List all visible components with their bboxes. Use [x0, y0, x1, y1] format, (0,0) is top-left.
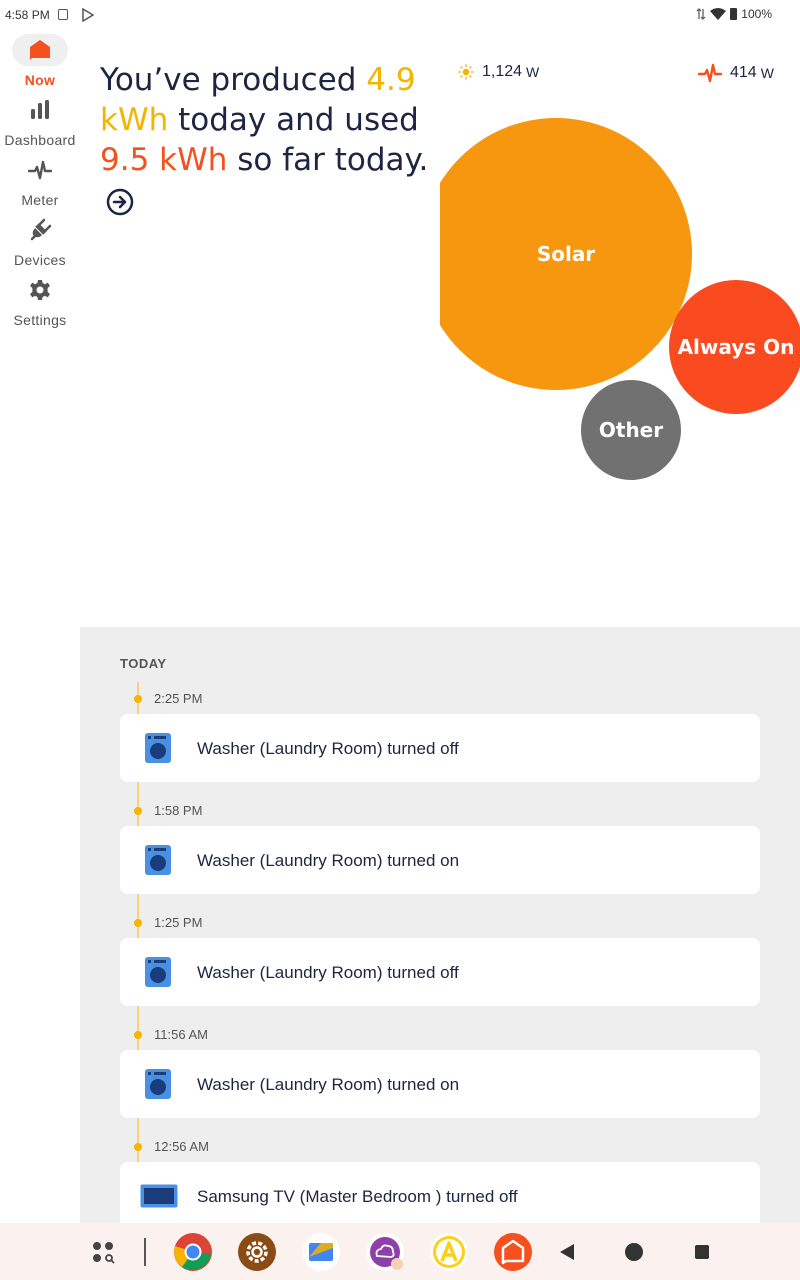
home-icon[interactable]	[614, 1232, 654, 1272]
timeline-dot	[134, 1031, 142, 1039]
event-text: Washer (Laundry Room) turned off	[197, 739, 459, 758]
app-drawer-icon[interactable]	[84, 1232, 124, 1272]
event-text: Washer (Laundry Room) turned off	[197, 963, 459, 982]
washer-icon	[145, 845, 171, 875]
bubble-solar[interactable]: Solar	[440, 118, 692, 390]
bubble-always-on[interactable]: Always On	[669, 280, 800, 414]
status-time: 4:58 PM	[5, 8, 50, 22]
nav-item-settings[interactable]: Settings	[0, 274, 80, 330]
washer-icon	[145, 1069, 171, 1099]
taskbar	[0, 1223, 800, 1280]
nav-label-settings: Settings	[13, 312, 67, 328]
used-amount: 9.5 kWh	[100, 142, 228, 178]
nav-item-meter[interactable]: Meter	[0, 154, 80, 210]
event-text: Samsung TV (Master Bedroom ) turned off	[197, 1187, 518, 1206]
event-time: 1:25 PM	[154, 915, 203, 930]
pulse-icon	[698, 63, 722, 83]
bar-chart-icon	[31, 100, 49, 119]
bubble-other[interactable]: Other	[581, 380, 681, 480]
bubble-other-label: Other	[598, 418, 664, 442]
gear-icon	[30, 280, 50, 300]
plug-icon	[30, 218, 52, 241]
event-card[interactable]: Samsung TV (Master Bedroom ) turned off	[120, 1162, 760, 1223]
timeline-heading: TODAY	[120, 656, 167, 671]
recents-icon[interactable]	[682, 1232, 722, 1272]
home-bubble-icon	[30, 40, 50, 60]
event-time: 1:58 PM	[154, 803, 203, 818]
timeline-dot	[134, 1143, 142, 1151]
cloud-app-icon[interactable]	[365, 1232, 405, 1272]
headline-text-3: so far today.	[227, 142, 429, 178]
pulse-icon	[28, 160, 52, 180]
event-text: Washer (Laundry Room) turned on	[197, 851, 460, 870]
data-arrows-icon	[696, 8, 706, 20]
washer-icon	[145, 957, 171, 987]
screenshot-notification-icon	[58, 9, 68, 20]
battery-icon	[730, 8, 738, 20]
bubble-solar-label: Solar	[536, 242, 596, 266]
washer-icon	[145, 733, 171, 763]
nav-label-meter: Meter	[21, 192, 59, 208]
taskbar-divider	[144, 1238, 146, 1266]
event-time: 11:56 AM	[154, 1027, 208, 1042]
files-app-icon[interactable]	[301, 1232, 341, 1272]
event-card[interactable]: Washer (Laundry Room) turned on	[120, 1050, 760, 1118]
nav-label-now: Now	[24, 72, 56, 88]
event-time: 2:25 PM	[154, 691, 203, 706]
app-screen: 4:58 PM 100% Now Dashboard Meter Devices…	[0, 0, 800, 1280]
sun-icon	[458, 64, 474, 80]
chrome-icon[interactable]	[173, 1232, 213, 1272]
timeline-dot	[134, 919, 142, 927]
event-card[interactable]: Washer (Laundry Room) turned off	[120, 714, 760, 782]
back-icon[interactable]	[547, 1232, 587, 1272]
headline-text-1: You’ve produced	[100, 62, 367, 98]
sense-app-icon[interactable]	[493, 1232, 533, 1272]
arrow-circle-right-icon[interactable]	[106, 188, 134, 216]
solar-unit: W	[526, 64, 540, 80]
usage-value: 414	[730, 64, 757, 81]
wifi-icon	[710, 8, 727, 20]
solar-value: 1,124	[482, 63, 523, 80]
status-bar: 4:58 PM 100%	[0, 0, 800, 30]
solar-reading: 1,124 W	[458, 63, 539, 81]
settings-app-icon[interactable]	[237, 1232, 277, 1272]
timeline-dot	[134, 807, 142, 815]
nav-label-devices: Devices	[14, 252, 66, 268]
bubble-always-on-label: Always On	[677, 335, 795, 359]
usage-reading: 414 W	[698, 63, 774, 83]
timeline-dot	[134, 695, 142, 703]
event-card[interactable]: Washer (Laundry Room) turned on	[120, 826, 760, 894]
status-right: 100%	[696, 7, 772, 21]
nav-label-dashboard: Dashboard	[4, 132, 76, 148]
battery-percent: 100%	[741, 7, 772, 21]
event-text: Washer (Laundry Room) turned on	[197, 1075, 460, 1094]
arlo-app-icon[interactable]	[429, 1232, 469, 1272]
event-time: 12:56 AM	[154, 1139, 209, 1154]
play-store-notification-icon	[82, 8, 94, 22]
event-timeline: TODAY 2:25 PM Washer (Laundry Room) turn…	[80, 627, 800, 1223]
nav-item-devices[interactable]: Devices	[0, 214, 80, 270]
usage-unit: W	[760, 65, 774, 81]
tv-icon	[140, 1184, 178, 1208]
headline-text-2: today and used	[168, 102, 419, 138]
event-card[interactable]: Washer (Laundry Room) turned off	[120, 938, 760, 1006]
power-bubbles: Solar Always On Other	[440, 100, 800, 500]
energy-summary-headline[interactable]: You’ve produced 4.9 kWh today and used 9…	[100, 60, 440, 220]
nav-item-now[interactable]: Now	[0, 34, 80, 90]
nav-item-dashboard[interactable]: Dashboard	[0, 94, 80, 150]
